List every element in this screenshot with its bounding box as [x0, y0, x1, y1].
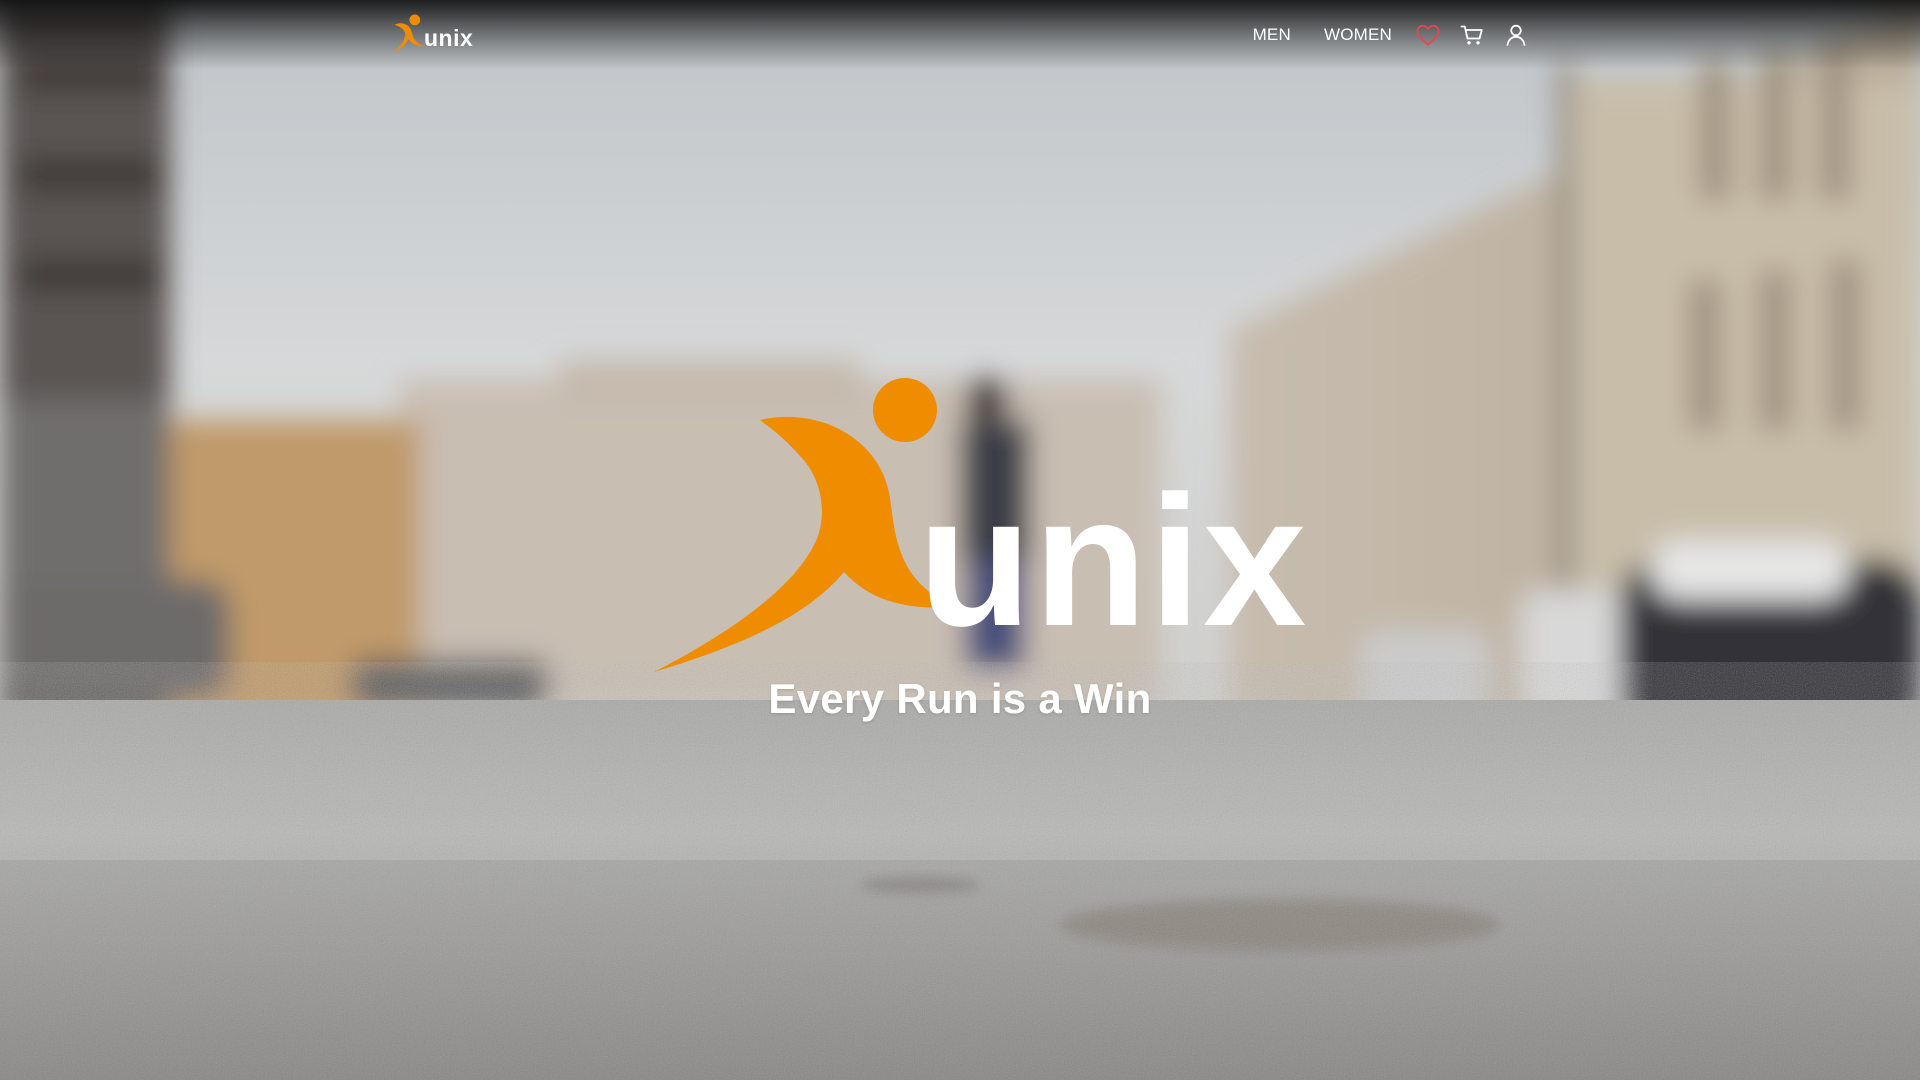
nav-link-women[interactable]: WOMEN	[1324, 25, 1392, 45]
cart-icon[interactable]	[1458, 21, 1486, 49]
brand-logo-link[interactable]: unix	[392, 14, 473, 54]
main-nav: MEN WOMEN	[1253, 18, 1530, 52]
landing-page: unix MEN WOMEN unix Every Run is a Win	[0, 0, 1920, 1080]
hero-brand-logo: unix	[650, 376, 1306, 676]
hero-brand-word: unix	[918, 458, 1309, 665]
brand-name: unix	[424, 24, 474, 51]
running-figure-logo-icon	[650, 376, 960, 681]
user-icon[interactable]	[1502, 21, 1530, 49]
running-figure-logo-icon	[392, 14, 428, 54]
top-navigation-bar: unix MEN WOMEN	[0, 0, 1920, 70]
heart-icon[interactable]	[1414, 21, 1442, 49]
hero-tagline: Every Run is a Win	[768, 675, 1152, 722]
nav-link-men[interactable]: MEN	[1253, 25, 1291, 45]
